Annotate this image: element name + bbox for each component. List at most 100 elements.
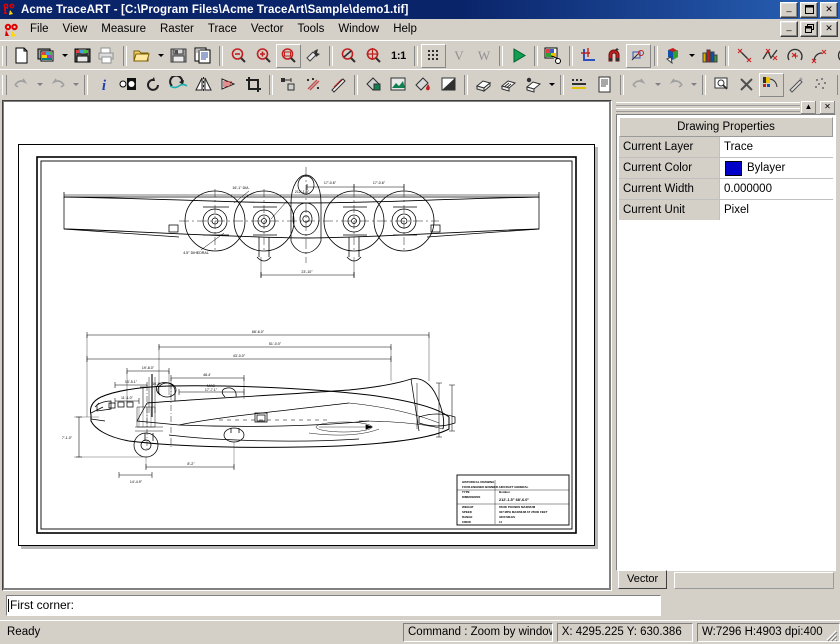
- undo-icon[interactable]: [9, 73, 34, 97]
- menu-vector[interactable]: Vector: [244, 21, 291, 37]
- property-value[interactable]: Pixel: [720, 200, 833, 220]
- vector-3d-c-icon[interactable]: [521, 73, 546, 97]
- dock-collapse-button[interactable]: ▲: [800, 100, 817, 115]
- delete-icon[interactable]: [734, 73, 759, 97]
- select-raster-icon[interactable]: [421, 44, 446, 68]
- layer-manager-icon[interactable]: [697, 44, 722, 68]
- menu-measure[interactable]: Measure: [94, 21, 153, 37]
- text-style-icon[interactable]: [567, 73, 592, 97]
- vector-3d-dropdown-icon[interactable]: [546, 74, 557, 96]
- toolbar-grip[interactable]: [2, 75, 7, 95]
- find-icon[interactable]: [709, 73, 734, 97]
- mdi-restore-button[interactable]: [800, 21, 818, 37]
- mdi-close-button[interactable]: ✕: [820, 21, 838, 37]
- object-snap-icon[interactable]: [626, 44, 651, 68]
- run-trace-icon[interactable]: [506, 44, 531, 68]
- raster-image-canvas[interactable]: 212'-1.5" 17'-0.6" 17'-0.6" 16'-1" DIA. …: [18, 144, 595, 546]
- resize-icon[interactable]: [276, 73, 301, 97]
- mdi-minimize-button[interactable]: _: [780, 21, 798, 37]
- open-image-dropdown-icon[interactable]: [59, 45, 70, 67]
- property-value[interactable]: Bylayer: [720, 158, 833, 178]
- maximize-button[interactable]: [800, 2, 818, 18]
- image-info-icon[interactable]: i: [91, 73, 116, 97]
- fill-area-icon[interactable]: [361, 73, 386, 97]
- vector-3d-b-icon[interactable]: [496, 73, 521, 97]
- vector-redo-icon[interactable]: [663, 73, 688, 97]
- flip-icon[interactable]: [216, 73, 241, 97]
- draw-arc-icon[interactable]: [782, 44, 807, 68]
- zoom-previous-icon[interactable]: [336, 44, 361, 68]
- copy-pages-icon[interactable]: [191, 44, 216, 68]
- zoom-dynamic-icon[interactable]: [301, 44, 326, 68]
- property-row-current-unit[interactable]: Current Unit Pixel: [619, 200, 833, 220]
- vector-3d-a-icon[interactable]: [471, 73, 496, 97]
- redo-icon[interactable]: [45, 73, 70, 97]
- brightness-contrast-icon[interactable]: [116, 73, 141, 97]
- layer-color-dropdown-icon[interactable]: [686, 45, 697, 67]
- vector-undo-icon[interactable]: [627, 73, 652, 97]
- zoom-out-icon[interactable]: [226, 44, 251, 68]
- command-input[interactable]: First corner:: [6, 595, 661, 616]
- svg-text:17'-7.1": 17'-7.1": [205, 388, 218, 392]
- menu-window[interactable]: Window: [331, 21, 386, 37]
- zoom-extents-icon[interactable]: [361, 44, 386, 68]
- print-image-icon[interactable]: [95, 44, 120, 68]
- draw-line-icon[interactable]: [732, 44, 757, 68]
- menu-tools[interactable]: Tools: [290, 21, 331, 37]
- property-value[interactable]: Trace: [720, 137, 833, 157]
- vector-redo-dropdown-icon[interactable]: [688, 74, 699, 96]
- smooth-icon[interactable]: [326, 73, 351, 97]
- erase-area-icon[interactable]: [386, 73, 411, 97]
- resize-grip-icon[interactable]: [824, 628, 838, 642]
- undo-dropdown-icon[interactable]: [34, 74, 45, 96]
- magic-wand-icon[interactable]: [784, 73, 809, 97]
- mirror-icon[interactable]: [191, 73, 216, 97]
- minimize-button[interactable]: _: [780, 2, 798, 18]
- deskew-icon[interactable]: [166, 73, 191, 97]
- vector-undo-dropdown-icon[interactable]: [652, 74, 663, 96]
- paint-icon[interactable]: [411, 73, 436, 97]
- zoom-in-icon[interactable]: [251, 44, 276, 68]
- invert-icon[interactable]: [436, 73, 461, 97]
- menu-file[interactable]: File: [23, 21, 56, 37]
- draw-polyline-icon[interactable]: [757, 44, 782, 68]
- open-image-icon[interactable]: [34, 44, 59, 68]
- new-document-icon[interactable]: [9, 44, 34, 68]
- layer-color-icon[interactable]: [661, 44, 686, 68]
- property-row-current-layer[interactable]: Current Layer Trace: [619, 137, 833, 158]
- property-value[interactable]: 0.000000: [720, 179, 833, 199]
- open-vector-icon[interactable]: [130, 44, 155, 68]
- save-vector-icon[interactable]: [166, 44, 191, 68]
- ortho-icon[interactable]: [576, 44, 601, 68]
- menu-help[interactable]: Help: [386, 21, 424, 37]
- document-logo-icon[interactable]: [3, 22, 20, 37]
- draw-circle-icon[interactable]: [832, 44, 840, 68]
- close-button[interactable]: ✕: [820, 2, 838, 18]
- open-vector-dropdown-icon[interactable]: [155, 45, 166, 67]
- svg-text:23'-10": 23'-10": [301, 270, 313, 274]
- menu-trace[interactable]: Trace: [201, 21, 244, 37]
- property-row-current-width[interactable]: Current Width 0.000000: [619, 179, 833, 200]
- despeckle-icon[interactable]: [301, 73, 326, 97]
- dock-grip[interactable]: [616, 100, 806, 113]
- tab-vector[interactable]: Vector: [618, 570, 667, 589]
- menu-view[interactable]: View: [56, 21, 95, 37]
- save-image-icon[interactable]: [70, 44, 95, 68]
- draw-arc3-icon[interactable]: [807, 44, 832, 68]
- snap-magnet-icon[interactable]: [601, 44, 626, 68]
- menu-raster[interactable]: Raster: [153, 21, 201, 37]
- edit-vector-icon[interactable]: [759, 73, 784, 97]
- property-row-current-color[interactable]: Current Color Bylayer: [619, 158, 833, 179]
- select-vector-icon[interactable]: V: [446, 44, 471, 68]
- select-window-icon[interactable]: W: [471, 44, 496, 68]
- rotate-icon[interactable]: [141, 73, 166, 97]
- document-view-demo1[interactable]: 212'-1.5" 17'-0.6" 17'-0.6" 16'-1" DIA. …: [4, 102, 609, 588]
- clean-icon[interactable]: [809, 73, 834, 97]
- dock-close-button[interactable]: ✕: [819, 100, 836, 115]
- zoom-window-icon[interactable]: [276, 44, 301, 68]
- redo-dropdown-icon[interactable]: [70, 74, 81, 96]
- trace-settings-icon[interactable]: [541, 44, 566, 68]
- crop-icon[interactable]: [241, 73, 266, 97]
- text-note-icon[interactable]: [592, 73, 617, 97]
- toolbar-grip[interactable]: [2, 46, 7, 66]
